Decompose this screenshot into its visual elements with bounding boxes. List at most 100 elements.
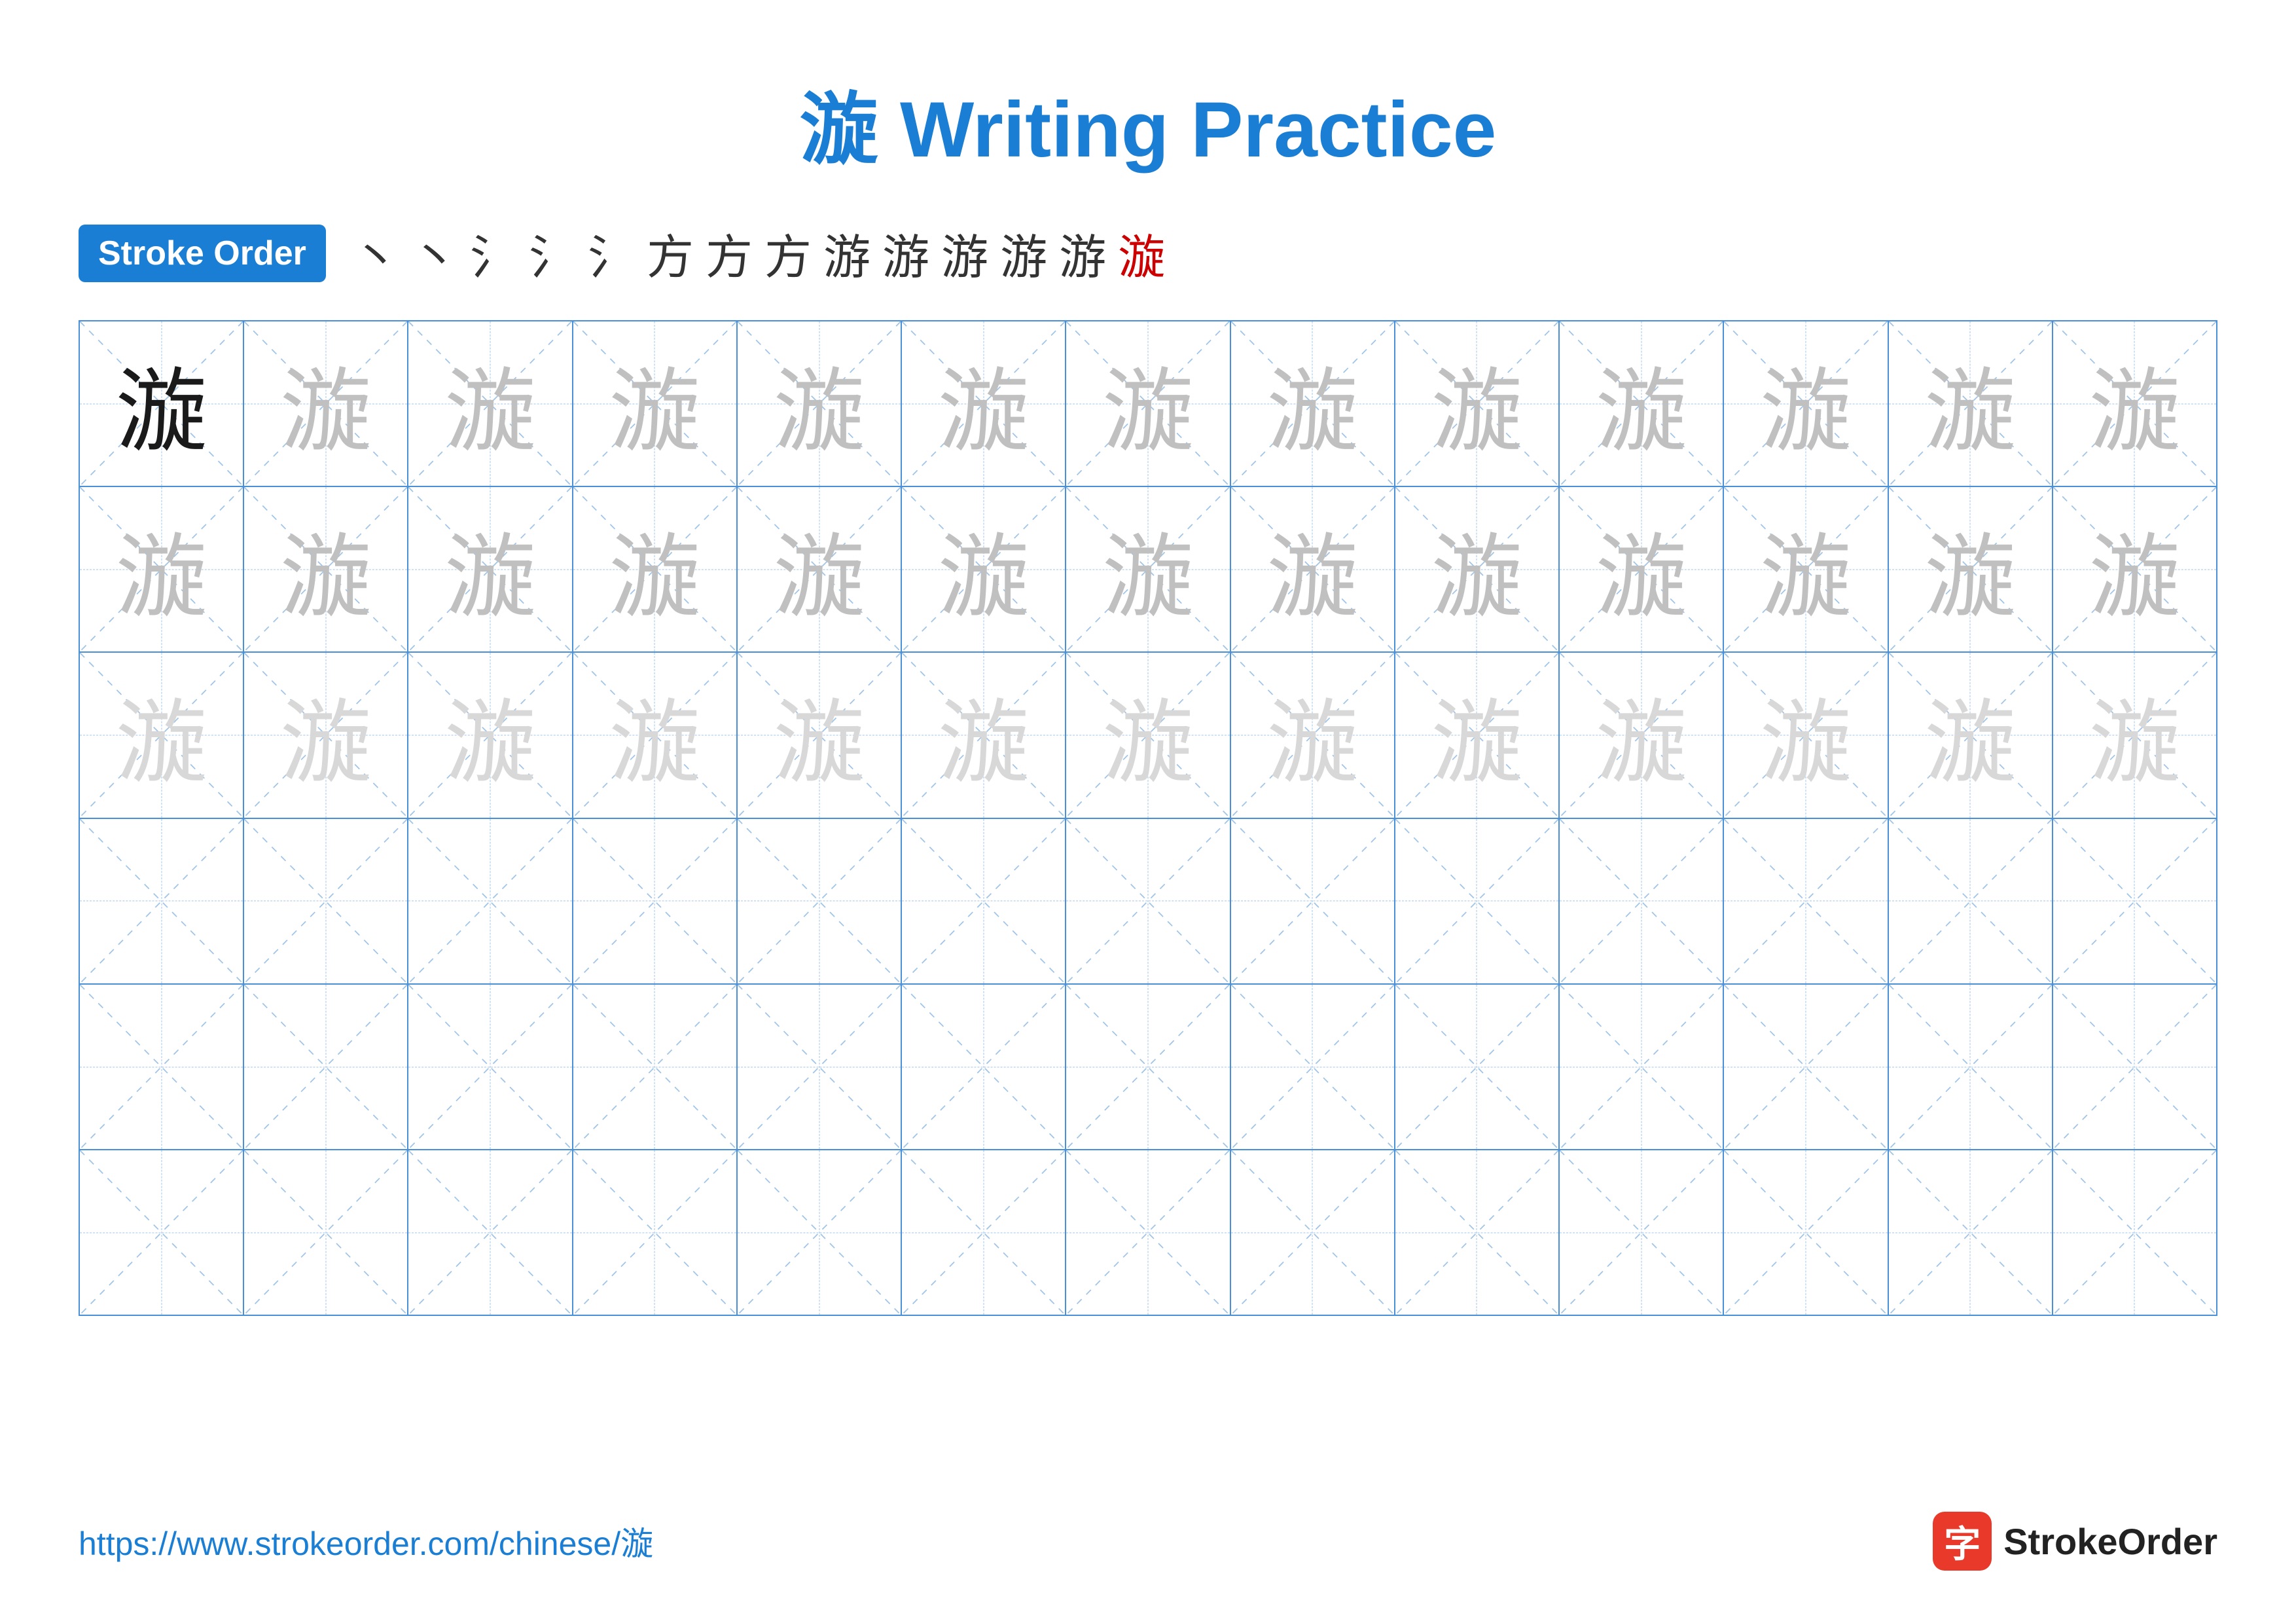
grid-cell-3-1[interactable]: [244, 819, 408, 983]
grid-cell-0-7[interactable]: 漩: [1231, 321, 1395, 486]
grid-cell-2-5[interactable]: 漩: [902, 653, 1066, 817]
grid-cell-0-10[interactable]: 漩: [1724, 321, 1888, 486]
grid-cell-4-12[interactable]: [2053, 985, 2216, 1149]
grid-cell-5-8[interactable]: [1395, 1150, 1560, 1315]
grid-cell-0-4[interactable]: 漩: [738, 321, 902, 486]
grid-cell-3-12[interactable]: [2053, 819, 2216, 983]
grid-cell-4-0[interactable]: [80, 985, 244, 1149]
grid-cell-3-9[interactable]: [1560, 819, 1724, 983]
grid-cell-5-1[interactable]: [244, 1150, 408, 1315]
grid-cell-1-7[interactable]: 漩: [1231, 487, 1395, 651]
grid-cell-3-10[interactable]: [1724, 819, 1888, 983]
grid-cell-2-7[interactable]: 漩: [1231, 653, 1395, 817]
grid-cell-1-0[interactable]: 漩: [80, 487, 244, 651]
grid-cell-2-9[interactable]: 漩: [1560, 653, 1724, 817]
practice-char-2-5: 漩: [902, 653, 1065, 817]
grid-cell-4-5[interactable]: [902, 985, 1066, 1149]
grid-cell-0-1[interactable]: 漩: [244, 321, 408, 486]
stroke-step-12: 游: [1059, 219, 1106, 287]
grid-cell-2-0[interactable]: 漩: [80, 653, 244, 817]
grid-cell-3-3[interactable]: [573, 819, 738, 983]
practice-char-1-6: 漩: [1066, 487, 1229, 651]
practice-char-0-5: 漩: [902, 321, 1065, 486]
grid-cell-4-10[interactable]: [1724, 985, 1888, 1149]
grid-cell-3-4[interactable]: [738, 819, 902, 983]
grid-cell-5-10[interactable]: [1724, 1150, 1888, 1315]
grid-cell-0-3[interactable]: 漩: [573, 321, 738, 486]
grid-cell-2-3[interactable]: 漩: [573, 653, 738, 817]
grid-cell-0-6[interactable]: 漩: [1066, 321, 1230, 486]
grid-cell-1-3[interactable]: 漩: [573, 487, 738, 651]
grid-cell-1-11[interactable]: 漩: [1889, 487, 2053, 651]
grid-cell-5-5[interactable]: [902, 1150, 1066, 1315]
grid-cell-4-4[interactable]: [738, 985, 902, 1149]
grid-cell-5-9[interactable]: [1560, 1150, 1724, 1315]
grid-cell-0-5[interactable]: 漩: [902, 321, 1066, 486]
grid-cell-2-8[interactable]: 漩: [1395, 653, 1560, 817]
grid-cell-4-8[interactable]: [1395, 985, 1560, 1149]
grid-cell-2-12[interactable]: 漩: [2053, 653, 2216, 817]
grid-cell-1-6[interactable]: 漩: [1066, 487, 1230, 651]
stroke-step-3: 氵: [529, 219, 576, 287]
grid-cell-5-7[interactable]: [1231, 1150, 1395, 1315]
grid-cell-1-12[interactable]: 漩: [2053, 487, 2216, 651]
practice-char-1-12: 漩: [2053, 487, 2216, 651]
grid-cell-0-0[interactable]: 漩: [80, 321, 244, 486]
grid-cell-1-5[interactable]: 漩: [902, 487, 1066, 651]
stroke-step-7: 方: [764, 219, 812, 287]
grid-cell-0-11[interactable]: 漩: [1889, 321, 2053, 486]
grid-cell-4-1[interactable]: [244, 985, 408, 1149]
grid-cell-5-4[interactable]: [738, 1150, 902, 1315]
footer-brand: 字 StrokeOrder: [1933, 1512, 2217, 1571]
grid-cell-2-2[interactable]: 漩: [408, 653, 573, 817]
grid-cell-5-0[interactable]: [80, 1150, 244, 1315]
grid-cell-5-2[interactable]: [408, 1150, 573, 1315]
grid-cell-3-11[interactable]: [1889, 819, 2053, 983]
grid-cell-3-6[interactable]: [1066, 819, 1230, 983]
grid-cell-4-7[interactable]: [1231, 985, 1395, 1149]
grid-cell-2-11[interactable]: 漩: [1889, 653, 2053, 817]
page: 漩 Writing Practice Stroke Order 丶丶氵氵氵方方方…: [0, 0, 2296, 1623]
grid-cell-5-12[interactable]: [2053, 1150, 2216, 1315]
grid-cell-1-1[interactable]: 漩: [244, 487, 408, 651]
practice-grid: 漩漩漩漩漩漩漩漩漩漩漩漩漩漩漩漩漩漩漩漩漩漩漩漩漩漩漩漩漩漩漩漩漩漩漩漩漩漩漩: [79, 320, 2217, 1316]
grid-cell-0-9[interactable]: 漩: [1560, 321, 1724, 486]
stroke-step-4: 氵: [588, 219, 635, 287]
grid-cell-4-9[interactable]: [1560, 985, 1724, 1149]
practice-char-0-8: 漩: [1395, 321, 1558, 486]
grid-cell-3-2[interactable]: [408, 819, 573, 983]
stroke-step-6: 方: [706, 219, 753, 287]
grid-cell-0-8[interactable]: 漩: [1395, 321, 1560, 486]
grid-cell-3-7[interactable]: [1231, 819, 1395, 983]
practice-char-1-3: 漩: [573, 487, 736, 651]
grid-cell-2-1[interactable]: 漩: [244, 653, 408, 817]
grid-cell-5-6[interactable]: [1066, 1150, 1230, 1315]
grid-cell-1-4[interactable]: 漩: [738, 487, 902, 651]
grid-cell-4-6[interactable]: [1066, 985, 1230, 1149]
grid-cell-1-10[interactable]: 漩: [1724, 487, 1888, 651]
grid-cell-2-6[interactable]: 漩: [1066, 653, 1230, 817]
grid-cell-3-0[interactable]: [80, 819, 244, 983]
grid-cell-5-11[interactable]: [1889, 1150, 2053, 1315]
grid-cell-1-9[interactable]: 漩: [1560, 487, 1724, 651]
footer: https://www.strokeorder.com/chinese/漩 字 …: [79, 1512, 2217, 1571]
grid-cell-0-2[interactable]: 漩: [408, 321, 573, 486]
grid-cell-2-10[interactable]: 漩: [1724, 653, 1888, 817]
grid-cell-4-3[interactable]: [573, 985, 738, 1149]
grid-cell-0-12[interactable]: 漩: [2053, 321, 2216, 486]
practice-char-2-1: 漩: [244, 653, 407, 817]
grid-cell-1-8[interactable]: 漩: [1395, 487, 1560, 651]
grid-cell-4-2[interactable]: [408, 985, 573, 1149]
grid-cell-4-11[interactable]: [1889, 985, 2053, 1149]
practice-char-0-6: 漩: [1066, 321, 1229, 486]
practice-char-1-1: 漩: [244, 487, 407, 651]
grid-cell-5-3[interactable]: [573, 1150, 738, 1315]
grid-cell-3-8[interactable]: [1395, 819, 1560, 983]
footer-url[interactable]: https://www.strokeorder.com/chinese/漩: [79, 1518, 653, 1565]
grid-cell-3-5[interactable]: [902, 819, 1066, 983]
grid-cell-2-4[interactable]: 漩: [738, 653, 902, 817]
brand-icon: 字: [1933, 1512, 1992, 1571]
stroke-step-1: 丶: [411, 219, 458, 287]
grid-cell-1-2[interactable]: 漩: [408, 487, 573, 651]
stroke-order-row: Stroke Order 丶丶氵氵氵方方方游游游游游漩: [79, 219, 2217, 287]
